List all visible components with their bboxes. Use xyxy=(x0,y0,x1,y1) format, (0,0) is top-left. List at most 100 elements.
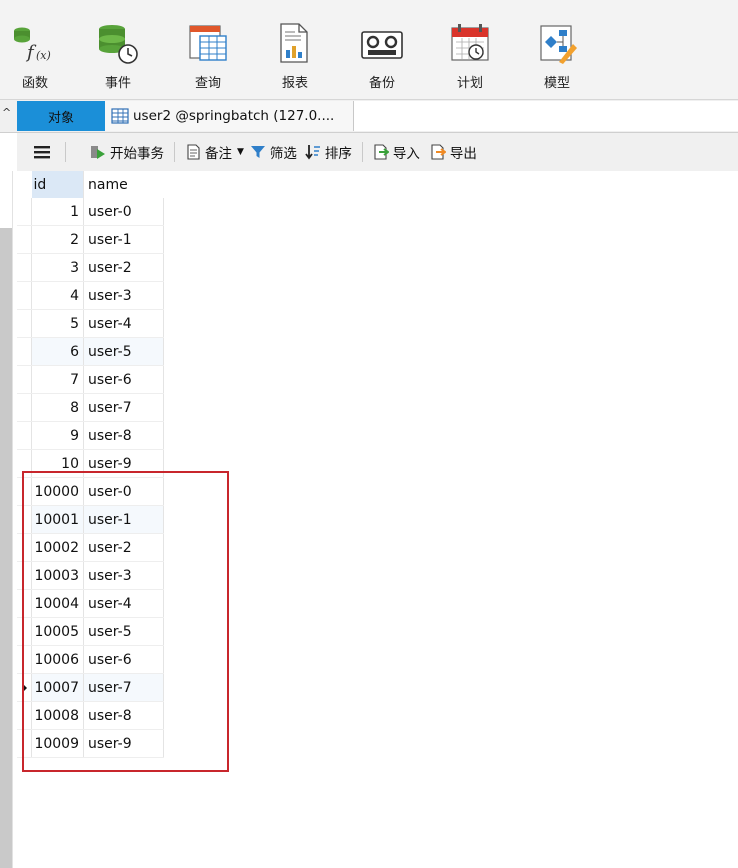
cell-id[interactable]: 10002 xyxy=(31,533,84,562)
cell-id[interactable]: 10009 xyxy=(31,729,84,758)
cell-id[interactable]: 4 xyxy=(31,281,84,310)
cell-id[interactable]: 10003 xyxy=(31,561,84,590)
cell-name[interactable]: user-8 xyxy=(83,421,164,450)
cell-id[interactable]: 10005 xyxy=(31,617,84,646)
table-row[interactable]: 1 user-0 xyxy=(17,198,164,226)
cell-name[interactable]: user-2 xyxy=(83,533,164,562)
row-selector[interactable] xyxy=(17,365,32,394)
row-selector[interactable] xyxy=(17,645,32,674)
filter-button[interactable]: 筛选 xyxy=(250,142,297,162)
row-selector[interactable] xyxy=(17,449,32,478)
cell-name[interactable]: user-5 xyxy=(83,337,164,366)
cell-name[interactable]: user-9 xyxy=(83,449,164,478)
cell-id[interactable]: 2 xyxy=(31,225,84,254)
row-selector[interactable] xyxy=(17,253,32,282)
table-row[interactable]: 8 user-7 xyxy=(17,393,164,422)
table-row[interactable]: 9 user-8 xyxy=(17,421,164,450)
table-row[interactable]: 10006 user-6 xyxy=(17,645,164,674)
row-selector[interactable] xyxy=(17,617,32,646)
row-selector[interactable] xyxy=(17,421,32,450)
row-selector[interactable] xyxy=(17,729,32,758)
cell-name[interactable]: user-1 xyxy=(83,505,164,534)
cell-name[interactable]: user-4 xyxy=(83,589,164,618)
cell-name[interactable]: user-5 xyxy=(83,617,164,646)
cell-name[interactable]: user-7 xyxy=(83,393,164,422)
row-selector[interactable] xyxy=(17,589,32,618)
cell-name[interactable]: user-3 xyxy=(83,561,164,590)
cell-name[interactable]: user-2 xyxy=(83,253,164,282)
cell-id[interactable]: 7 xyxy=(31,365,84,394)
cell-id[interactable]: 9 xyxy=(31,421,84,450)
cell-name[interactable]: user-6 xyxy=(83,365,164,394)
cell-id[interactable]: 10007 xyxy=(31,673,84,702)
cell-name[interactable]: user-4 xyxy=(83,309,164,338)
table-row[interactable]: 10004 user-4 xyxy=(17,589,164,618)
memo-dropdown-icon[interactable]: ▼ xyxy=(237,147,244,157)
table-row[interactable]: 5 user-4 xyxy=(17,309,164,338)
cell-name[interactable]: user-3 xyxy=(83,281,164,310)
menu-button[interactable] xyxy=(33,144,51,160)
memo-button[interactable]: 备注 ▼ xyxy=(185,142,244,162)
row-selector[interactable] xyxy=(17,533,32,562)
table-row[interactable]: 4 user-3 xyxy=(17,281,164,310)
table-row[interactable]: 10002 user-2 xyxy=(17,533,164,562)
collapse-caret-icon[interactable]: ^ xyxy=(2,106,11,119)
cell-name[interactable]: user-6 xyxy=(83,645,164,674)
cell-id[interactable]: 5 xyxy=(31,309,84,338)
table-row[interactable]: 6 user-5 xyxy=(17,337,164,366)
row-selector[interactable] xyxy=(17,198,32,226)
report-button[interactable]: 报表 xyxy=(260,0,330,99)
cell-id[interactable]: 10000 xyxy=(31,477,84,506)
cell-name[interactable]: user-0 xyxy=(83,198,164,226)
table-row[interactable]: 10000 user-0 xyxy=(17,477,164,506)
column-header-name[interactable]: name xyxy=(83,171,164,198)
table-row[interactable]: 10 user-9 xyxy=(17,449,164,478)
column-header-id[interactable]: id xyxy=(31,171,84,198)
import-button[interactable]: 导入 xyxy=(373,142,420,162)
event-button[interactable]: 事件 xyxy=(83,0,153,99)
table-row[interactable]: 10003 user-3 xyxy=(17,561,164,590)
row-selector[interactable] xyxy=(17,505,32,534)
table-row[interactable]: 3 user-2 xyxy=(17,253,164,282)
row-selector[interactable] xyxy=(17,477,32,506)
table-row[interactable]: 10008 user-8 xyxy=(17,701,164,730)
cell-name[interactable]: user-8 xyxy=(83,701,164,730)
export-button[interactable]: 导出 xyxy=(430,142,477,162)
table-row[interactable]: 10001 user-1 xyxy=(17,505,164,534)
cell-id[interactable]: 10001 xyxy=(31,505,84,534)
begin-transaction-button[interactable]: 开始事务 xyxy=(90,142,164,162)
query-button[interactable]: 查询 xyxy=(173,0,243,99)
cell-id[interactable]: 10008 xyxy=(31,701,84,730)
cell-id[interactable]: 10004 xyxy=(31,589,84,618)
table-row[interactable]: 10005 user-5 xyxy=(17,617,164,646)
row-selector[interactable] xyxy=(17,281,32,310)
model-button[interactable]: 模型 xyxy=(522,0,592,99)
left-panel-scrollbar[interactable] xyxy=(0,228,12,868)
schedule-button[interactable]: 计划 xyxy=(435,0,505,99)
row-selector[interactable] xyxy=(17,309,32,338)
cell-name[interactable]: user-0 xyxy=(83,477,164,506)
tab-objects[interactable]: 对象 xyxy=(17,101,105,131)
sort-button[interactable]: 排序 xyxy=(305,142,352,162)
cell-id[interactable]: 1 xyxy=(31,198,84,226)
table-row[interactable]: 10009 user-9 xyxy=(17,729,164,758)
row-selector[interactable] xyxy=(17,561,32,590)
row-selector-header[interactable] xyxy=(17,171,32,198)
row-selector[interactable] xyxy=(17,225,32,254)
cell-id[interactable]: 10 xyxy=(31,449,84,478)
cell-name[interactable]: user-7 xyxy=(83,673,164,702)
table-row[interactable]: 7 user-6 xyxy=(17,365,164,394)
row-selector[interactable] xyxy=(17,337,32,366)
row-selector[interactable] xyxy=(17,393,32,422)
cell-id[interactable]: 10006 xyxy=(31,645,84,674)
table-row[interactable]: 2 user-1 xyxy=(17,225,164,254)
backup-button[interactable]: 备份 xyxy=(347,0,417,99)
function-button[interactable]: f (x) 函数 xyxy=(0,0,70,99)
cell-name[interactable]: user-1 xyxy=(83,225,164,254)
tab-table-user2[interactable]: user2 @springbatch (127.0.... xyxy=(105,101,354,131)
cell-id[interactable]: 8 xyxy=(31,393,84,422)
cell-name[interactable]: user-9 xyxy=(83,729,164,758)
row-selector[interactable] xyxy=(17,673,32,702)
cell-id[interactable]: 3 xyxy=(31,253,84,282)
cell-id[interactable]: 6 xyxy=(31,337,84,366)
